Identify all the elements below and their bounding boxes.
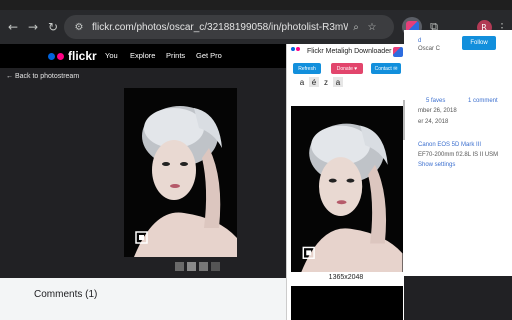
popup-title: Flickr Metaligh Downloader (307, 48, 392, 55)
size-option[interactable]: a (333, 77, 343, 87)
contact-label: Contact (374, 65, 392, 72)
lens-info: EF70-200mm f/2.8L IS II USM (418, 152, 499, 158)
photo-info-sidebar: d Oscar C Follow 5 faves 1 comment mber … (404, 30, 512, 276)
nav-prints[interactable]: Prints (166, 51, 185, 60)
address-bar[interactable]: ⚙ flickr.com/photos/oscar_c/32188199058/… (64, 15, 394, 39)
follow-button[interactable]: Follow (462, 36, 496, 50)
thumbnail[interactable] (175, 262, 184, 271)
comments-section: Comments (1) (0, 278, 290, 320)
size-option[interactable]: é (309, 77, 319, 87)
show-settings-link[interactable]: Show settings (418, 162, 455, 168)
popup-header: Flickr Metaligh Downloader (287, 44, 405, 61)
bookmark-star-icon[interactable]: ☆ (364, 22, 380, 33)
owner-name[interactable]: d (418, 38, 421, 44)
refresh-button[interactable]: Refresh (293, 63, 321, 74)
tab-strip (0, 0, 512, 10)
camera-link[interactable]: Canon EOS 5D Mark III (418, 142, 481, 148)
flickr-logo[interactable]: flickr (48, 49, 97, 63)
size-selector: a é z a (297, 77, 343, 87)
comment-count-link[interactable]: 1 comment (468, 98, 498, 104)
thumbnail[interactable] (211, 262, 220, 271)
size-option[interactable]: z (321, 77, 331, 87)
faves-link[interactable]: 5 faves (426, 98, 445, 104)
owner-sub[interactable]: Oscar C (418, 46, 440, 52)
popup-scrollbar[interactable] (403, 100, 405, 140)
image-dimensions: 1365x2048 (328, 274, 364, 281)
comments-title: Comments (1) (34, 289, 98, 300)
logo-blue-dot-icon (48, 52, 55, 60)
uploaded-date: er 24, 2018 (418, 119, 449, 125)
flickr-dots-icon (291, 47, 300, 56)
size-option[interactable]: a (297, 77, 307, 87)
main-photo[interactable] (124, 88, 237, 257)
back-arrow-icon: ← (6, 73, 15, 80)
popup-next-image[interactable] (291, 286, 403, 320)
portrait-image (291, 106, 403, 272)
logo-pink-dot-icon (57, 52, 64, 60)
refresh-label: Refresh (298, 65, 316, 72)
logo-text: flickr (68, 49, 97, 63)
site-info-icon[interactable]: ⚙ (70, 22, 88, 33)
back-arrow-icon[interactable]: ← (4, 18, 22, 36)
thumbnail[interactable] (187, 262, 196, 271)
url-text[interactable]: flickr.com/photos/oscar_c/32188199058/in… (92, 22, 348, 33)
back-to-photostream-link[interactable]: ← Back to photostream (6, 73, 79, 80)
nav-you[interactable]: You (105, 51, 118, 60)
contact-button[interactable]: Contact ✉ (371, 63, 401, 74)
heart-icon: ♥ (354, 65, 358, 72)
reload-icon[interactable]: ↻ (44, 18, 62, 36)
search-icon[interactable]: ⌕ (348, 22, 364, 33)
forward-arrow-icon[interactable]: → (24, 18, 42, 36)
taken-date: mber 26, 2018 (418, 108, 457, 114)
back-link-label: Back to photostream (14, 73, 80, 80)
donate-label: Donate (336, 65, 353, 72)
thumbnail[interactable] (199, 262, 208, 271)
donate-button[interactable]: Donate ♥ (331, 63, 363, 74)
mail-icon: ✉ (393, 65, 398, 72)
nav-get-pro[interactable]: Get Pro (196, 51, 222, 60)
portrait-image (124, 88, 237, 257)
extension-logo-icon (393, 47, 403, 57)
extension-popup: Flickr Metaligh Downloader Refresh Donat… (286, 44, 405, 320)
photo-thumbnails (175, 262, 220, 271)
popup-preview-image[interactable] (291, 106, 403, 272)
nav-explore[interactable]: Explore (130, 51, 155, 60)
